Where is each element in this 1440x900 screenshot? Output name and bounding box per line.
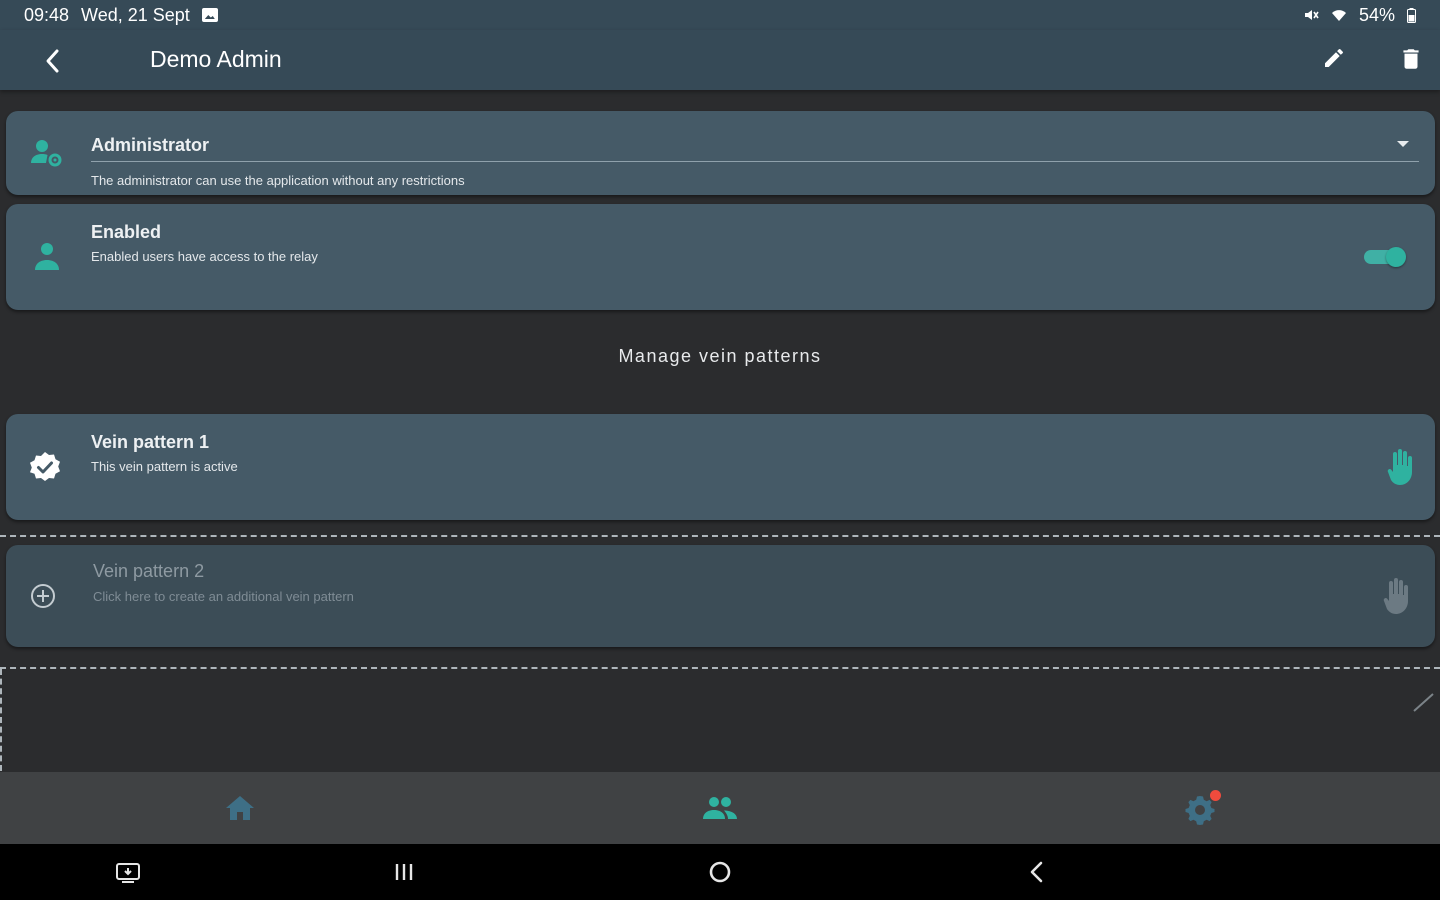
vein-pattern-card[interactable]: Vein pattern 1 This vein pattern is acti… bbox=[6, 414, 1435, 520]
toggle-thumb bbox=[1386, 247, 1406, 267]
gallery-notification-icon bbox=[201, 8, 218, 22]
vein-pattern-description: This vein pattern is active bbox=[91, 459, 238, 474]
settings-nav-button[interactable] bbox=[1180, 790, 1221, 826]
role-description: The administrator can use the applicatio… bbox=[91, 173, 465, 188]
hand-palm-icon bbox=[1383, 578, 1408, 614]
home-circle-icon[interactable] bbox=[705, 858, 735, 886]
section-title: Manage vein patterns bbox=[618, 346, 822, 366]
vein-pattern-description: Click here to create an additional vein … bbox=[93, 589, 354, 604]
enabled-description: Enabled users have access to the relay bbox=[91, 249, 318, 264]
system-nav bbox=[0, 844, 1440, 900]
add-vein-pattern-card[interactable]: Vein pattern 2 Click here to create an a… bbox=[6, 545, 1435, 647]
app-bar: Demo Admin bbox=[0, 30, 1440, 90]
add-circle-icon bbox=[31, 584, 55, 608]
dashed-border-left bbox=[0, 669, 2, 771]
status-right: 54% bbox=[1303, 5, 1416, 26]
trash-icon[interactable] bbox=[1398, 46, 1424, 72]
hand-palm-icon[interactable] bbox=[1385, 448, 1415, 486]
user-settings-icon bbox=[31, 140, 62, 167]
dropdown-arrow-icon[interactable] bbox=[1397, 141, 1409, 147]
screen-assist-icon[interactable] bbox=[113, 858, 143, 886]
edit-pencil-icon[interactable] bbox=[1322, 46, 1346, 70]
battery-percent: 54% bbox=[1358, 4, 1395, 25]
status-time: 09:48 bbox=[24, 4, 70, 25]
vein-pattern-title: Vein pattern 1 bbox=[91, 432, 210, 452]
home-icon[interactable] bbox=[220, 792, 260, 826]
back-arrow-icon[interactable] bbox=[38, 46, 68, 76]
mute-icon bbox=[1304, 10, 1319, 20]
users-icon[interactable] bbox=[700, 792, 740, 826]
wifi-icon bbox=[1331, 10, 1346, 21]
enabled-toggle[interactable] bbox=[1364, 247, 1406, 267]
system-back-icon[interactable] bbox=[1023, 858, 1053, 886]
recents-icon[interactable] bbox=[389, 858, 419, 886]
status-date: Wed, 21 Sept bbox=[81, 4, 190, 25]
status-left: 09:48 Wed, 21 Sept bbox=[24, 5, 218, 26]
role-card[interactable]: Administrator The administrator can use … bbox=[6, 111, 1435, 195]
resize-handle-icon bbox=[1413, 693, 1434, 712]
vein-pattern-title: Vein pattern 2 bbox=[93, 561, 205, 581]
page-title: Demo Admin bbox=[150, 46, 282, 72]
enabled-card: Enabled Enabled users have access to the… bbox=[6, 204, 1435, 310]
enabled-title: Enabled bbox=[91, 222, 162, 242]
notification-dot bbox=[1210, 790, 1221, 801]
status-bar: 09:48 Wed, 21 Sept 54% bbox=[0, 0, 1440, 30]
role-select-underline bbox=[91, 161, 1419, 162]
role-select-value[interactable]: Administrator bbox=[91, 135, 209, 156]
person-icon bbox=[35, 243, 59, 270]
bottom-nav bbox=[0, 772, 1440, 844]
verified-check-icon bbox=[30, 452, 60, 481]
battery-icon bbox=[1407, 7, 1416, 23]
